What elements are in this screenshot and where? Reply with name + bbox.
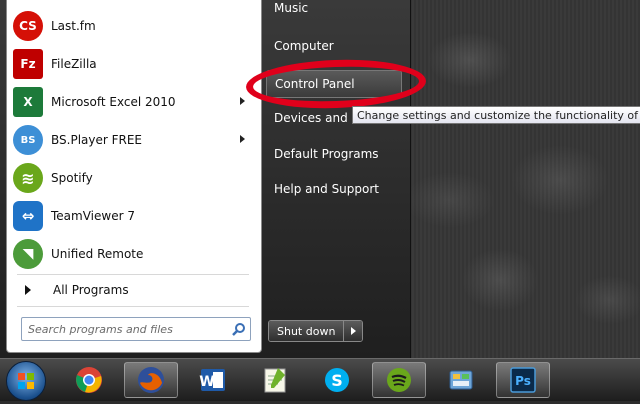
windows-logo-icon xyxy=(18,373,34,389)
submenu-arrow-icon[interactable] xyxy=(240,97,245,105)
firefox-icon xyxy=(138,367,164,393)
program-label: Microsoft Excel 2010 xyxy=(51,95,176,109)
menu-item-computer[interactable]: Computer xyxy=(266,32,402,60)
shutdown-options-button[interactable] xyxy=(343,321,363,341)
submenu-arrow-icon[interactable] xyxy=(240,135,245,143)
taskbar-word[interactable]: W xyxy=(186,362,240,398)
taskbar-skype[interactable]: S xyxy=(310,362,364,398)
bsplayer-icon: BS xyxy=(13,125,43,155)
program-label: Spotify xyxy=(51,171,93,185)
all-programs-label: All Programs xyxy=(53,283,129,297)
program-label: Last.fm xyxy=(51,19,96,33)
menu-item-music[interactable]: Music xyxy=(266,0,402,22)
divider xyxy=(17,306,249,307)
program-item-spotify[interactable]: ≋ Spotify xyxy=(7,160,259,196)
search-input[interactable] xyxy=(28,320,228,338)
programs-pane: CS Last.fm Fz FileZilla X Microsoft Exce… xyxy=(6,0,262,353)
control-panel-icon xyxy=(449,370,473,390)
shutdown-control: Shut down xyxy=(268,320,364,342)
spotify-icon: ≋ xyxy=(13,163,43,193)
menu-item-label: Default Programs xyxy=(274,147,379,161)
excel-icon: X xyxy=(13,87,43,117)
program-item-bsplayer[interactable]: BS BS.Player FREE xyxy=(7,122,259,158)
program-item-lastfm[interactable]: CS Last.fm xyxy=(7,8,259,44)
program-label: TeamViewer 7 xyxy=(51,209,135,223)
notepad-plus-icon xyxy=(264,368,286,393)
skype-icon: S xyxy=(325,368,349,392)
search-box[interactable] xyxy=(21,317,251,341)
taskbar-control-panel[interactable] xyxy=(434,362,488,398)
chrome-icon xyxy=(76,367,102,393)
taskbar: W S Ps xyxy=(0,358,640,401)
svg-text:W: W xyxy=(199,374,214,390)
all-programs-button[interactable]: All Programs xyxy=(7,276,259,304)
program-label: FileZilla xyxy=(51,57,97,71)
program-label: Unified Remote xyxy=(51,247,144,261)
unified-remote-icon: ◥ xyxy=(13,239,43,269)
taskbar-notepad-plus[interactable] xyxy=(248,362,302,398)
program-item-filezilla[interactable]: Fz FileZilla xyxy=(7,46,259,82)
chevron-right-icon xyxy=(350,327,356,335)
taskbar-chrome[interactable] xyxy=(62,362,116,398)
teamviewer-icon: ⇔ xyxy=(13,201,43,231)
menu-item-label: Computer xyxy=(274,39,334,53)
shutdown-button[interactable]: Shut down xyxy=(269,321,344,341)
start-button[interactable] xyxy=(6,361,46,401)
program-label: BS.Player FREE xyxy=(51,133,143,147)
menu-item-label: Devices and Pr xyxy=(274,111,364,125)
divider xyxy=(17,274,249,275)
program-item-teamviewer[interactable]: ⇔ TeamViewer 7 xyxy=(7,198,259,234)
start-menu: CS Last.fm Fz FileZilla X Microsoft Exce… xyxy=(0,0,411,358)
spotify-icon xyxy=(387,368,411,392)
lastfm-icon: CS xyxy=(13,11,43,41)
filezilla-icon: Fz xyxy=(13,49,43,79)
search-icon[interactable] xyxy=(228,319,250,339)
menu-item-help-and-support[interactable]: Help and Support xyxy=(266,175,402,203)
svg-text:Ps: Ps xyxy=(515,374,531,388)
svg-text:S: S xyxy=(331,371,343,390)
menu-item-label: Help and Support xyxy=(274,182,379,196)
taskbar-firefox[interactable] xyxy=(124,362,178,398)
menu-item-label: Music xyxy=(274,1,309,15)
tooltip: Change settings and customize the functi… xyxy=(352,106,640,124)
all-programs-arrow-icon xyxy=(25,285,31,295)
program-item-excel[interactable]: X Microsoft Excel 2010 xyxy=(7,84,259,120)
menu-item-default-programs[interactable]: Default Programs xyxy=(266,140,402,168)
photoshop-icon: Ps xyxy=(510,367,536,393)
word-icon: W xyxy=(199,369,225,391)
taskbar-photoshop[interactable]: Ps xyxy=(496,362,550,398)
taskbar-spotify[interactable] xyxy=(372,362,426,398)
program-item-unified-remote[interactable]: ◥ Unified Remote xyxy=(7,236,259,272)
